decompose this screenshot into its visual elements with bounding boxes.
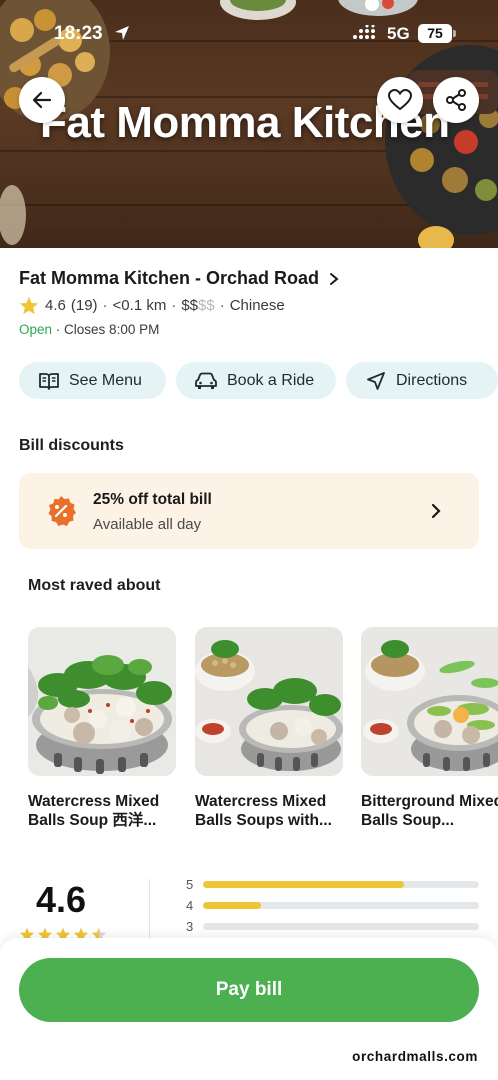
price-level-inactive: $$: [198, 297, 215, 314]
directions-label: Directions: [396, 371, 468, 389]
chevron-right-icon: [431, 503, 441, 519]
average-rating: 4.6: [36, 879, 87, 920]
store-name-link[interactable]: Fat Momma Kitchen - Orchad Road: [19, 268, 339, 289]
store-distance: <0.1 km: [112, 297, 167, 314]
price-level: $$: [181, 297, 199, 314]
status-bar: 18:23 5G 75: [0, 0, 498, 64]
rating-bar-label: 4: [186, 898, 194, 913]
dish-name: Watercress Mixed Balls Soup 西洋...: [28, 793, 160, 829]
network-type: 5G: [387, 24, 410, 43]
battery-icon: 75: [418, 24, 452, 43]
dish-card[interactable]: Watercress Mixed Balls Soups with...: [195, 627, 343, 830]
rating-bar-fill: [203, 902, 261, 909]
back-arrow-icon: [32, 91, 52, 109]
directions-button[interactable]: Directions: [346, 362, 498, 399]
chevron-right-icon: [330, 272, 339, 285]
dish-name: Watercress Mixed Balls Soups with...: [195, 793, 332, 829]
store-rating: 4.6: [45, 297, 66, 314]
review-count: (19): [70, 297, 98, 314]
watermark: orchardmalls.com: [352, 1049, 478, 1064]
divider: [149, 879, 150, 939]
share-button[interactable]: [433, 77, 479, 123]
discount-card[interactable]: 25% off total bill Available all day: [19, 473, 479, 549]
dish-name: Bitterground Mixed Balls Soup...: [361, 793, 498, 829]
dish-card[interactable]: Watercress Mixed Balls Soup 西洋...: [28, 627, 176, 830]
rating-bar-3: 3: [186, 919, 479, 934]
pay-bill-button[interactable]: Pay bill: [19, 958, 479, 1022]
most-raved-title: Most raved about: [28, 577, 161, 594]
dish-image: [361, 627, 498, 776]
dish-image: [195, 627, 343, 776]
rating-bar-label: 5: [186, 877, 194, 892]
rating-bar-5: 5: [186, 877, 479, 892]
menu-book-icon: [39, 372, 59, 390]
signal-icon: [353, 25, 375, 39]
open-status: Open: [19, 322, 53, 337]
store-meta: 4.6 (19) · <0.1 km · $$ $$ · Chinese: [19, 296, 285, 315]
book-ride-button[interactable]: Book a Ride: [176, 362, 336, 399]
see-menu-button[interactable]: See Menu: [19, 362, 166, 399]
rating-bar-label: 3: [186, 919, 194, 934]
bill-discounts-title: Bill discounts: [19, 437, 124, 454]
status-time: 18:23: [54, 23, 103, 44]
favorite-button[interactable]: [377, 77, 423, 123]
back-button[interactable]: [19, 77, 65, 123]
car-icon: [195, 372, 217, 389]
dish-card[interactable]: Bitterground Mixed Balls Soup...: [361, 627, 498, 830]
discount-title: 25% off total bill: [93, 491, 212, 508]
star-icon: [19, 296, 39, 315]
rating-bar-4: 4: [186, 898, 479, 913]
discount-subtitle: Available all day: [93, 516, 202, 533]
location-arrow-icon: [115, 26, 129, 40]
closing-time: Closes 8:00 PM: [64, 322, 160, 337]
navigation-arrow-icon: [367, 371, 385, 390]
heart-icon: [388, 89, 412, 111]
share-icon: [446, 89, 466, 111]
book-ride-label: Book a Ride: [227, 371, 315, 389]
see-menu-label: See Menu: [69, 371, 142, 389]
dish-image: [28, 627, 176, 776]
opening-hours: Open · Closes 8:00 PM: [19, 322, 160, 337]
store-name: Fat Momma Kitchen - Orchad Road: [19, 268, 320, 288]
cuisine: Chinese: [229, 297, 285, 314]
rating-bar-fill: [203, 881, 405, 888]
discount-badge-icon: [48, 496, 76, 526]
